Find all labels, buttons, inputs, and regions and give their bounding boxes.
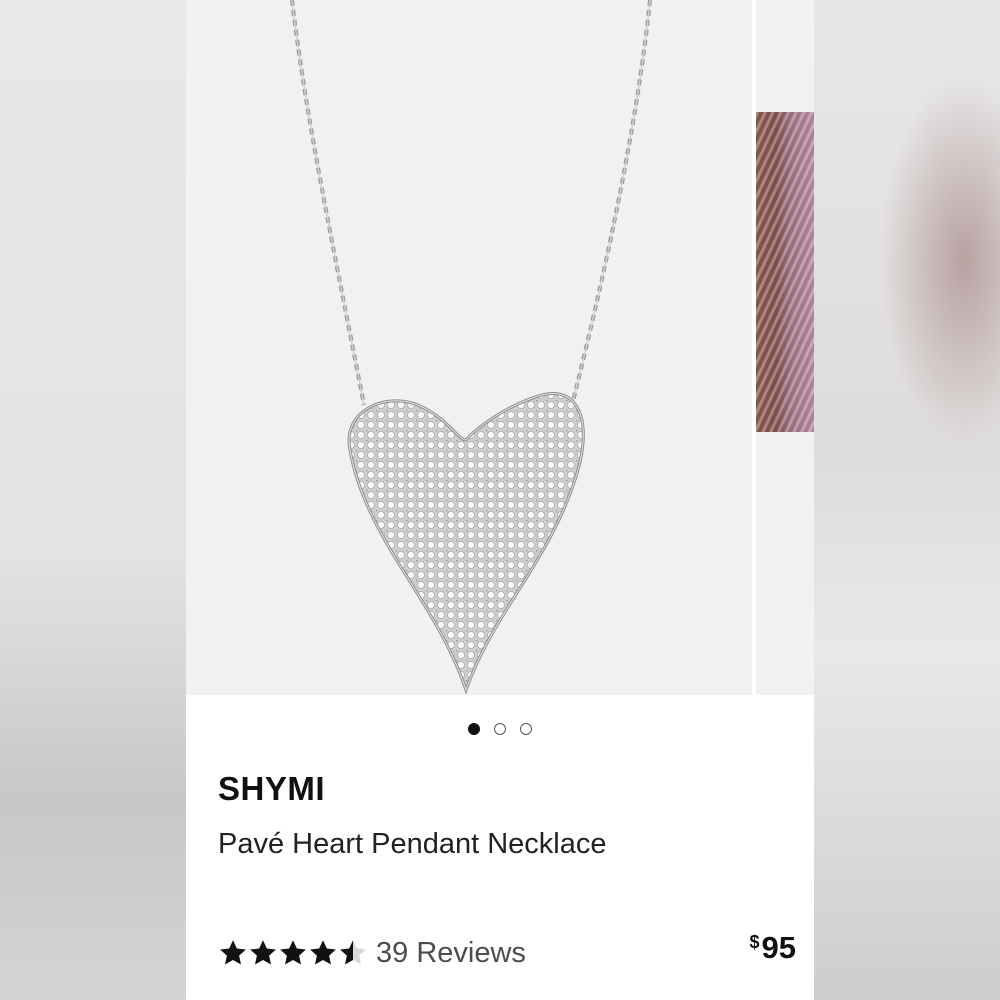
product-brand[interactable]: SHYMI: [218, 770, 325, 808]
heart-pendant-image: [290, 0, 652, 695]
price-currency: $: [749, 932, 760, 952]
carousel-pagination: [186, 723, 814, 741]
star-icon: [308, 938, 338, 968]
rating-row[interactable]: 39 Reviews: [218, 933, 526, 973]
price-value: 95: [761, 930, 796, 965]
product-title[interactable]: Pavé Heart Pendant Necklace: [218, 820, 618, 868]
product-price: $ 95: [750, 930, 797, 966]
star-icon: [248, 938, 278, 968]
star-icon: [218, 938, 248, 968]
product-image-main[interactable]: [186, 0, 752, 695]
screenshot-stage: SHYMI Pavé Heart Pendant Necklace 39 Rev…: [0, 0, 1000, 1000]
product-image-next-preview[interactable]: [756, 112, 814, 432]
star-icon: [278, 938, 308, 968]
carousel-dot-3[interactable]: [520, 723, 532, 735]
blurred-backdrop-right: [814, 0, 1000, 1000]
product-image-carousel[interactable]: [186, 0, 814, 695]
product-card[interactable]: SHYMI Pavé Heart Pendant Necklace 39 Rev…: [186, 0, 814, 1000]
blurred-backdrop-left: [0, 0, 186, 1000]
carousel-dot-2[interactable]: [494, 723, 506, 735]
half-star-icon: [338, 938, 368, 968]
review-count-link[interactable]: 39 Reviews: [376, 937, 526, 970]
carousel-dot-1[interactable]: [468, 723, 480, 735]
star-rating: [218, 938, 368, 968]
